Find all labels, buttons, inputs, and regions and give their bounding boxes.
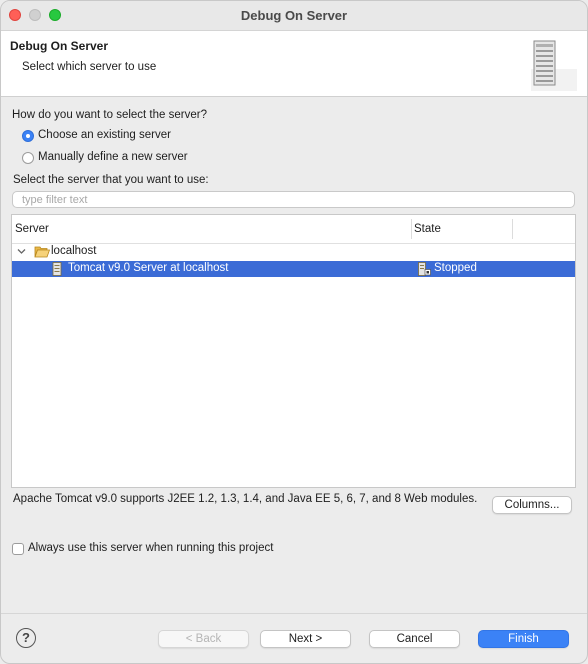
columns-button[interactable]: Columns... [492,496,572,514]
wizard-description: Select which server to use [22,61,157,73]
folder-open-icon [34,246,50,258]
wizard-title: Debug On Server [10,39,109,53]
wizard-header: Debug On Server Select which server to u… [1,31,587,97]
footer-divider [1,613,587,614]
server-state: Stopped [434,262,477,274]
column-header-server[interactable]: Server [15,223,49,235]
always-use-label[interactable]: Always use this server when running this… [28,542,273,554]
server-name: Tomcat v9.0 Server at localhost [68,262,229,274]
server-list-label: Select the server that you want to use: [13,174,209,186]
filter-input[interactable] [12,191,575,208]
server-stopped-icon [418,262,431,276]
title-bar: Debug On Server [1,1,587,31]
next-button[interactable]: Next > [260,630,351,648]
back-button[interactable]: < Back [158,630,249,648]
group-name: localhost [51,245,97,257]
finish-button[interactable]: Finish [478,630,569,648]
existing-server-label[interactable]: Choose an existing server [38,129,171,141]
existing-server-radio[interactable] [22,130,34,142]
server-table: Server State localhost Tomcat v9.0 Serve… [11,214,576,488]
new-server-label[interactable]: Manually define a new server [38,151,188,163]
table-row[interactable]: Tomcat v9.0 Server at localhost Stopped [12,261,575,277]
chevron-down-icon[interactable] [17,247,26,256]
always-use-checkbox[interactable] [12,543,24,555]
tree-group-row[interactable]: localhost [12,244,575,260]
server-tower-icon [531,40,577,91]
new-server-radio[interactable] [22,152,34,164]
column-divider[interactable] [512,219,513,239]
selection-question: How do you want to select the server? [12,109,207,121]
column-header-state[interactable]: State [414,223,441,235]
table-header: Server State [12,215,575,244]
cancel-button[interactable]: Cancel [369,630,460,648]
help-icon[interactable]: ? [16,628,36,648]
window-title: Debug On Server [240,8,348,23]
column-divider[interactable] [411,219,412,239]
server-description: Apache Tomcat v9.0 supports J2EE 1.2, 1.… [13,493,478,505]
dialog-window: Debug On Server Debug On Server Select w… [0,0,588,664]
server-icon [52,262,62,276]
